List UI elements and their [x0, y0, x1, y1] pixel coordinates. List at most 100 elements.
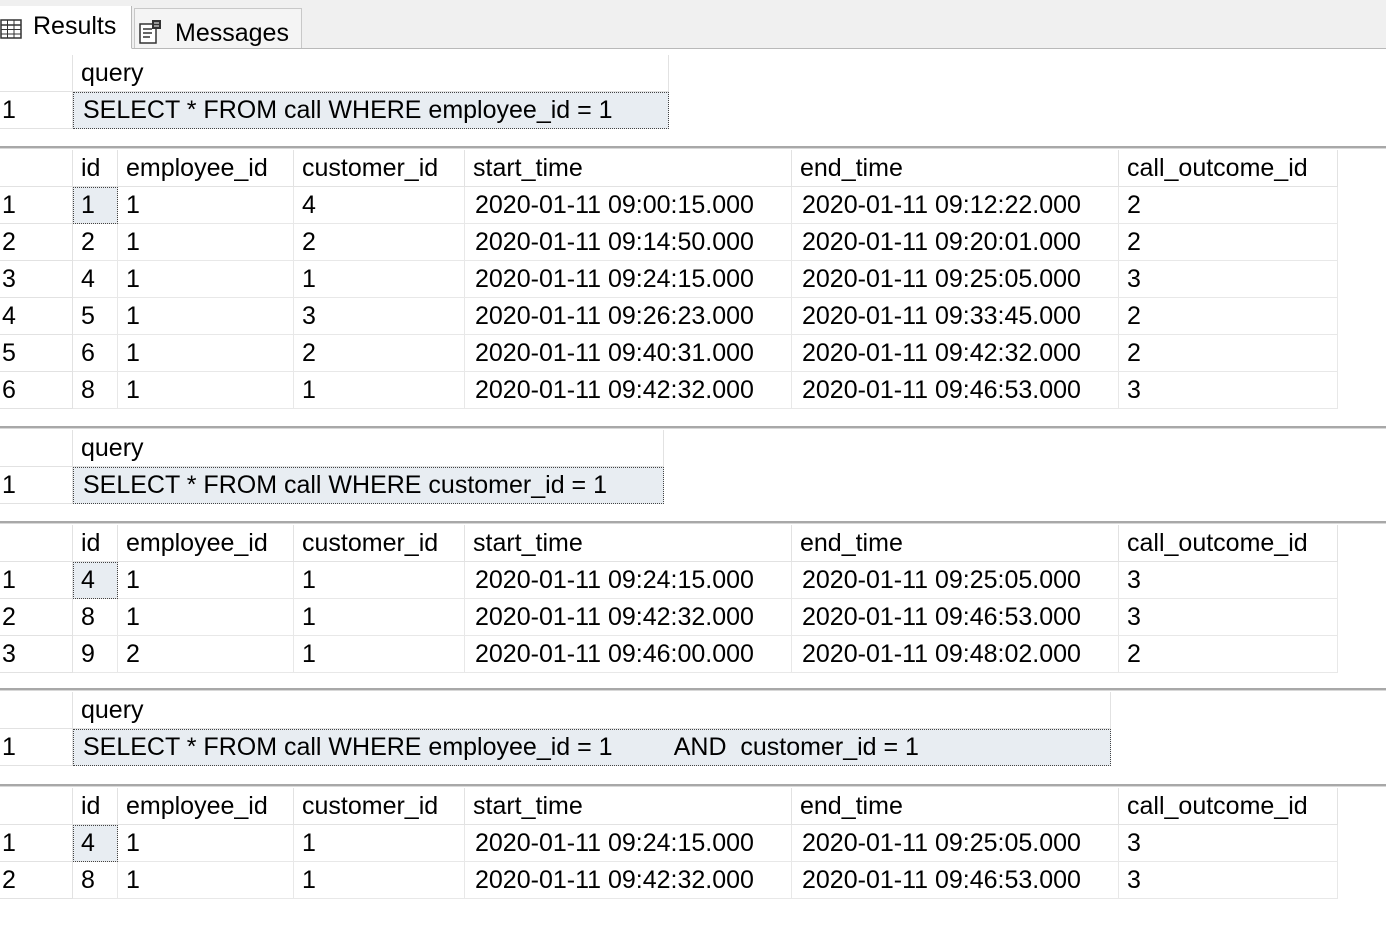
cell-start-time[interactable]: 2020-01-11 09:42:32.000	[465, 599, 792, 636]
cell-id[interactable]: 4	[73, 261, 118, 298]
column-header-query[interactable]: query	[73, 430, 664, 467]
column-header-call-outcome-id[interactable]: call_outcome_id	[1119, 150, 1338, 187]
cell-end-time[interactable]: 2020-01-11 09:25:05.000	[792, 261, 1119, 298]
grid-splitter[interactable]	[0, 521, 1386, 524]
row-number[interactable]: 5	[0, 335, 73, 372]
grid-splitter[interactable]	[0, 146, 1386, 149]
cell-call-outcome-id[interactable]: 3	[1119, 261, 1338, 298]
cell-customer-id[interactable]: 1	[294, 862, 465, 899]
column-header-id[interactable]: id	[73, 150, 118, 187]
cell-id[interactable]: 1	[73, 187, 118, 224]
cell-employee-id[interactable]: 1	[118, 335, 294, 372]
cell-employee-id[interactable]: 1	[118, 562, 294, 599]
row-number[interactable]: 1	[0, 92, 73, 129]
cell-employee-id[interactable]: 1	[118, 187, 294, 224]
cell-customer-id[interactable]: 1	[294, 636, 465, 673]
cell-employee-id[interactable]: 1	[118, 224, 294, 261]
column-header-end-time[interactable]: end_time	[792, 150, 1119, 187]
cell-start-time[interactable]: 2020-01-11 09:40:31.000	[465, 335, 792, 372]
cell-customer-id[interactable]: 2	[294, 224, 465, 261]
column-header-start-time[interactable]: start_time	[465, 150, 792, 187]
cell-id[interactable]: 2	[73, 224, 118, 261]
column-header-end-time[interactable]: end_time	[792, 788, 1119, 825]
cell-employee-id[interactable]: 1	[118, 298, 294, 335]
cell-id[interactable]: 6	[73, 335, 118, 372]
row-number[interactable]: 4	[0, 298, 73, 335]
cell-start-time[interactable]: 2020-01-11 09:24:15.000	[465, 562, 792, 599]
cell-start-time[interactable]: 2020-01-11 09:42:32.000	[465, 372, 792, 409]
cell-id[interactable]: 8	[73, 372, 118, 409]
cell-call-outcome-id[interactable]: 3	[1119, 372, 1338, 409]
cell-employee-id[interactable]: 1	[118, 599, 294, 636]
column-header-start-time[interactable]: start_time	[465, 525, 792, 562]
cell-customer-id[interactable]: 1	[294, 372, 465, 409]
column-header-call-outcome-id[interactable]: call_outcome_id	[1119, 525, 1338, 562]
cell-customer-id[interactable]: 1	[294, 825, 465, 862]
cell-start-time[interactable]: 2020-01-11 09:46:00.000	[465, 636, 792, 673]
query-cell[interactable]: SELECT * FROM call WHERE employee_id = 1…	[73, 729, 1111, 766]
cell-start-time[interactable]: 2020-01-11 09:00:15.000	[465, 187, 792, 224]
cell-employee-id[interactable]: 1	[118, 261, 294, 298]
cell-start-time[interactable]: 2020-01-11 09:24:15.000	[465, 261, 792, 298]
query-cell[interactable]: SELECT * FROM call WHERE customer_id = 1	[73, 467, 664, 504]
row-number[interactable]: 1	[0, 562, 73, 599]
query-cell[interactable]: SELECT * FROM call WHERE employee_id = 1	[73, 92, 669, 129]
cell-end-time[interactable]: 2020-01-11 09:46:53.000	[792, 372, 1119, 409]
cell-start-time[interactable]: 2020-01-11 09:26:23.000	[465, 298, 792, 335]
cell-start-time[interactable]: 2020-01-11 09:24:15.000	[465, 825, 792, 862]
column-header-employee-id[interactable]: employee_id	[118, 788, 294, 825]
grid-splitter[interactable]	[0, 426, 1386, 429]
column-header-customer-id[interactable]: customer_id	[294, 525, 465, 562]
column-header-start-time[interactable]: start_time	[465, 788, 792, 825]
cell-end-time[interactable]: 2020-01-11 09:20:01.000	[792, 224, 1119, 261]
cell-employee-id[interactable]: 1	[118, 372, 294, 409]
cell-end-time[interactable]: 2020-01-11 09:33:45.000	[792, 298, 1119, 335]
column-header-id[interactable]: id	[73, 788, 118, 825]
row-number[interactable]: 2	[0, 599, 73, 636]
column-header-end-time[interactable]: end_time	[792, 525, 1119, 562]
cell-id[interactable]: 5	[73, 298, 118, 335]
cell-call-outcome-id[interactable]: 2	[1119, 224, 1338, 261]
cell-customer-id[interactable]: 3	[294, 298, 465, 335]
cell-start-time[interactable]: 2020-01-11 09:14:50.000	[465, 224, 792, 261]
cell-customer-id[interactable]: 4	[294, 187, 465, 224]
cell-id[interactable]: 4	[73, 825, 118, 862]
cell-end-time[interactable]: 2020-01-11 09:25:05.000	[792, 825, 1119, 862]
cell-end-time[interactable]: 2020-01-11 09:46:53.000	[792, 599, 1119, 636]
column-header-employee-id[interactable]: employee_id	[118, 150, 294, 187]
cell-customer-id[interactable]: 1	[294, 261, 465, 298]
tab-results[interactable]: Results	[0, 6, 132, 49]
column-header-query[interactable]: query	[73, 692, 1111, 729]
cell-customer-id[interactable]: 2	[294, 335, 465, 372]
cell-start-time[interactable]: 2020-01-11 09:42:32.000	[465, 862, 792, 899]
cell-call-outcome-id[interactable]: 2	[1119, 335, 1338, 372]
column-header-query[interactable]: query	[73, 55, 669, 92]
cell-employee-id[interactable]: 2	[118, 636, 294, 673]
cell-call-outcome-id[interactable]: 3	[1119, 562, 1338, 599]
cell-call-outcome-id[interactable]: 2	[1119, 187, 1338, 224]
cell-customer-id[interactable]: 1	[294, 599, 465, 636]
grid-splitter[interactable]	[0, 688, 1386, 691]
cell-call-outcome-id[interactable]: 2	[1119, 298, 1338, 335]
cell-employee-id[interactable]: 1	[118, 825, 294, 862]
row-number[interactable]: 3	[0, 636, 73, 673]
column-header-call-outcome-id[interactable]: call_outcome_id	[1119, 788, 1338, 825]
row-number[interactable]: 1	[0, 729, 73, 766]
row-number[interactable]: 1	[0, 467, 73, 504]
cell-id[interactable]: 9	[73, 636, 118, 673]
cell-end-time[interactable]: 2020-01-11 09:25:05.000	[792, 562, 1119, 599]
row-number[interactable]: 1	[0, 187, 73, 224]
row-number[interactable]: 2	[0, 224, 73, 261]
cell-end-time[interactable]: 2020-01-11 09:48:02.000	[792, 636, 1119, 673]
tab-messages[interactable]: Messages	[134, 8, 302, 48]
cell-id[interactable]: 8	[73, 862, 118, 899]
cell-end-time[interactable]: 2020-01-11 09:42:32.000	[792, 335, 1119, 372]
row-number[interactable]: 3	[0, 261, 73, 298]
column-header-employee-id[interactable]: employee_id	[118, 525, 294, 562]
cell-end-time[interactable]: 2020-01-11 09:12:22.000	[792, 187, 1119, 224]
cell-call-outcome-id[interactable]: 2	[1119, 636, 1338, 673]
row-number[interactable]: 1	[0, 825, 73, 862]
row-number[interactable]: 2	[0, 862, 73, 899]
cell-id[interactable]: 4	[73, 562, 118, 599]
cell-call-outcome-id[interactable]: 3	[1119, 825, 1338, 862]
